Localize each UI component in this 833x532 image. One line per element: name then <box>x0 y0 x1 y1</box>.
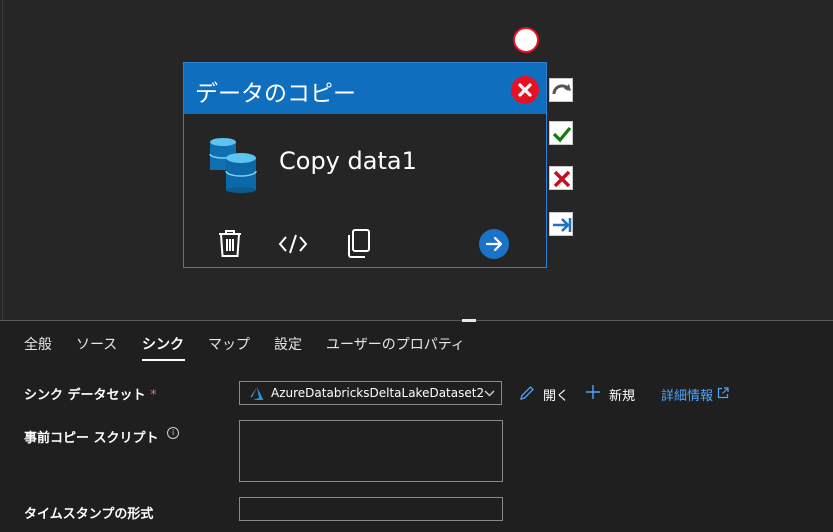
tab-mapping[interactable]: マップ <box>208 334 250 354</box>
pre-copy-script-input[interactable] <box>239 420 503 482</box>
tab-sink[interactable]: シンク <box>142 334 184 354</box>
activity-status-indicator <box>513 27 539 53</box>
properties-tabs: 全般 ソース シンク マップ 設定 ユーザーのプロパティ <box>0 322 833 362</box>
failure-connector-icon[interactable] <box>549 166 573 190</box>
pencil-icon <box>520 386 534 400</box>
success-connector-icon[interactable] <box>549 121 573 145</box>
skip-connector-icon[interactable] <box>549 78 573 102</box>
activity-name[interactable]: Copy data1 <box>279 147 417 175</box>
database-icon <box>208 138 258 198</box>
pre-copy-script-label-text: 事前コピー スクリプト <box>24 431 159 446</box>
sink-dataset-label-text: シンク データセット <box>24 388 146 403</box>
tab-general[interactable]: 全般 <box>24 334 52 354</box>
copy-icon[interactable] <box>343 228 375 260</box>
tab-source[interactable]: ソース <box>76 334 117 354</box>
activity-header: データのコピー <box>184 63 546 114</box>
error-icon[interactable] <box>511 76 539 104</box>
sink-dataset-select[interactable]: AzureDatabricksDeltaLakeDataset2 <box>239 381 502 405</box>
sink-dataset-value: AzureDatabricksDeltaLakeDataset2 <box>271 386 485 400</box>
open-activity-icon[interactable] <box>478 228 510 260</box>
required-marker: * <box>150 388 157 403</box>
pre-copy-script-label: 事前コピー スクリプト i <box>24 427 180 446</box>
activity-type-title: データのコピー <box>195 81 356 107</box>
plus-icon <box>586 385 600 399</box>
learn-more-link[interactable]: 詳細情報 <box>661 385 729 404</box>
active-tab-indicator <box>142 359 185 361</box>
canvas-edge <box>2 0 3 321</box>
sink-dataset-label: シンク データセット * <box>24 384 157 403</box>
delete-icon[interactable] <box>214 228 246 260</box>
chevron-down-icon <box>484 390 495 397</box>
timestamp-format-label: タイムスタンプの形式 <box>24 507 154 522</box>
open-dataset-button[interactable]: 開く <box>519 385 569 404</box>
tab-user-properties[interactable]: ユーザーのプロパティ <box>326 334 465 354</box>
new-label: 新規 <box>609 389 636 404</box>
completion-connector-icon[interactable] <box>549 212 573 236</box>
learn-more-label: 詳細情報 <box>661 389 714 404</box>
copy-data-activity[interactable]: データのコピー Copy data1 <box>183 62 547 268</box>
panel-splitter[interactable] <box>0 320 833 321</box>
external-link-icon <box>717 387 729 399</box>
new-dataset-button[interactable]: 新規 <box>585 385 635 404</box>
timestamp-format-input[interactable] <box>239 497 503 521</box>
code-icon[interactable] <box>277 228 309 260</box>
open-label: 開く <box>543 389 570 404</box>
tab-settings[interactable]: 設定 <box>274 334 302 354</box>
info-icon[interactable]: i <box>167 427 180 439</box>
azure-icon <box>250 387 264 400</box>
